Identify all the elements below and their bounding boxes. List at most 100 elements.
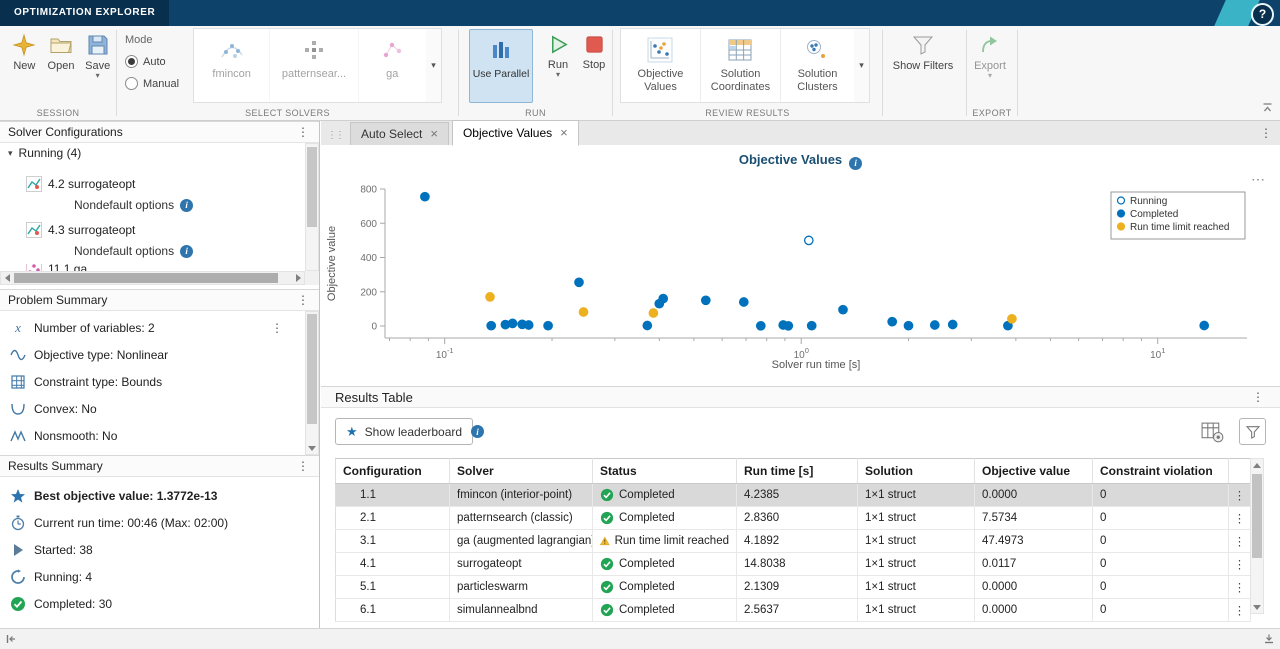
export-dropdown-caret[interactable]: ▾ (988, 72, 992, 79)
close-icon[interactable]: × (560, 128, 568, 138)
run-time-cell[interactable]: 4.2385 (737, 484, 858, 507)
scrollbar-thumb[interactable] (1252, 474, 1262, 558)
solution-cell[interactable]: 1×1 struct (858, 553, 975, 576)
column-header-solution[interactable]: Solution (858, 459, 975, 484)
scroll-up-arrow[interactable] (1251, 459, 1263, 471)
show-filters-button[interactable]: Show Filters (883, 26, 963, 72)
panel-solver-configurations-header[interactable]: Solver Configurations ⋮ (0, 121, 319, 143)
radio-manual-circle[interactable] (125, 77, 138, 90)
table-row[interactable]: 2.1patternsearch (classic)Completed2.836… (336, 507, 1251, 530)
panel-problem-summary-header[interactable]: Problem Summary ⋮ (0, 289, 319, 311)
run-time-cell[interactable]: 2.5637 (737, 599, 858, 622)
group-running[interactable]: ▾ Running (4) (8, 146, 81, 160)
table-row[interactable]: 5.1particleswarmCompleted2.13091×1 struc… (336, 576, 1251, 599)
table-row[interactable]: 4.1surrogateoptCompleted14.80381×1 struc… (336, 553, 1251, 576)
panel-menu-icon[interactable]: ⋮ (295, 293, 311, 307)
scrollbar-thumb[interactable] (307, 147, 317, 227)
run-time-cell[interactable]: 4.1892 (737, 530, 858, 553)
help-button[interactable]: ? (1251, 3, 1274, 26)
objective-value-cell[interactable]: 0.0117 (975, 553, 1093, 576)
solver-cell[interactable]: surrogateopt (450, 553, 593, 576)
stop-button[interactable]: Stop (575, 26, 613, 71)
status-cell[interactable]: Completed (593, 553, 737, 576)
row-menu-icon[interactable]: ⋮ (1229, 507, 1251, 530)
objective-value-cell[interactable]: 0.0000 (975, 599, 1093, 622)
row-menu-icon[interactable]: ⋮ (1229, 553, 1251, 576)
objective-value-cell[interactable]: 0.0000 (975, 484, 1093, 507)
save-dropdown-caret[interactable]: ▾ (96, 72, 100, 79)
run-time-cell[interactable]: 2.1309 (737, 576, 858, 599)
problem-summary-scrollbar[interactable] (305, 311, 319, 455)
gallery-item-solution-coordinates[interactable]: SolutionCoordinates (701, 29, 781, 102)
scroll-down-arrow[interactable] (1251, 601, 1263, 613)
show-leaderboard-button[interactable]: ★ Show leaderboard (335, 418, 473, 445)
solver-gallery-dropdown[interactable]: ▾ (426, 28, 442, 103)
toolstrip-collapse-button[interactable] (1261, 102, 1274, 117)
panel-menu-icon[interactable]: ⋮ (1250, 390, 1266, 404)
tree-horizontal-scrollbar[interactable] (0, 271, 305, 285)
configuration-cell[interactable]: 4.1 (336, 553, 450, 576)
run-dropdown-caret[interactable]: ▾ (556, 71, 560, 78)
configuration-cell[interactable]: 2.1 (336, 507, 450, 530)
table-row[interactable]: 1.1fmincon (interior-point)Completed4.23… (336, 484, 1251, 507)
gallery-item-ga[interactable]: ga (359, 29, 426, 102)
scroll-right-arrow[interactable] (292, 272, 304, 284)
open-button[interactable]: Open (43, 26, 80, 79)
solver-cell[interactable]: simulannealbnd (450, 599, 593, 622)
solver-cell[interactable]: fmincon (interior-point) (450, 484, 593, 507)
constraint-violation-cell[interactable]: 0 (1093, 599, 1229, 622)
table-settings-button[interactable] (1200, 420, 1225, 448)
column-header-solver[interactable]: Solver (450, 459, 593, 484)
objective-values-scatter-plot[interactable]: 020040060080010-1100101Solver run time [… (321, 145, 1280, 386)
info-icon[interactable]: i (180, 199, 193, 212)
status-cell[interactable]: Run time limit reached (593, 530, 737, 553)
chevron-down-icon[interactable]: ▾ (8, 148, 13, 159)
solution-cell[interactable]: 1×1 struct (858, 576, 975, 599)
panel-results-summary-header[interactable]: Results Summary ⋮ (0, 455, 319, 477)
results-table-header[interactable]: Results Table ⋮ (321, 386, 1280, 408)
tab-strip-menu-icon[interactable]: ⋮ (1258, 126, 1274, 140)
status-cell[interactable]: Completed (593, 576, 737, 599)
tree-item-surrogateopt-43[interactable]: 4.3 surrogateopt (26, 222, 135, 238)
radio-manual[interactable]: Manual (125, 77, 179, 90)
table-vertical-scrollbar[interactable] (1250, 458, 1264, 614)
column-header-run-time[interactable]: Run time [s] (737, 459, 858, 484)
problem-details-menu-icon[interactable]: ⋮ (269, 321, 285, 335)
column-header-status[interactable]: Status (593, 459, 737, 484)
configuration-cell[interactable]: 5.1 (336, 576, 450, 599)
configuration-cell[interactable]: 3.1 (336, 530, 450, 553)
objective-value-cell[interactable]: 7.5734 (975, 507, 1093, 530)
leaderboard-info-icon[interactable]: i (471, 425, 484, 438)
table-filter-button[interactable] (1239, 418, 1266, 445)
run-time-cell[interactable]: 14.8038 (737, 553, 858, 576)
status-cell[interactable]: Completed (593, 507, 737, 530)
column-header-constraint-violation[interactable]: Constraint violation (1093, 459, 1229, 484)
use-parallel-toggle[interactable]: Use Parallel (469, 29, 533, 103)
solver-cell[interactable]: ga (augmented lagrangian) (450, 530, 593, 553)
solver-cell[interactable]: particleswarm (450, 576, 593, 599)
tab-strip-handle-icon[interactable]: ⋮⋮ (321, 130, 347, 145)
solution-cell[interactable]: 1×1 struct (858, 599, 975, 622)
status-cell[interactable]: Completed (593, 484, 737, 507)
objective-value-cell[interactable]: 0.0000 (975, 576, 1093, 599)
solver-cell[interactable]: patternsearch (classic) (450, 507, 593, 530)
review-gallery-dropdown[interactable]: ▾ (854, 28, 870, 103)
save-button[interactable]: Save ▾ (79, 26, 116, 79)
run-time-cell[interactable]: 2.8360 (737, 507, 858, 530)
constraint-violation-cell[interactable]: 0 (1093, 530, 1229, 553)
column-header-objective-value[interactable]: Objective value (975, 459, 1093, 484)
constraint-violation-cell[interactable]: 0 (1093, 507, 1229, 530)
table-row[interactable]: 6.1simulannealbndCompleted2.56371×1 stru… (336, 599, 1251, 622)
constraint-violation-cell[interactable]: 0 (1093, 484, 1229, 507)
tree-vertical-scrollbar[interactable] (305, 143, 319, 271)
radio-auto[interactable]: Auto (125, 55, 179, 68)
gallery-item-patternsearch[interactable]: patternsear... (270, 29, 358, 102)
column-header-configuration[interactable]: Configuration (336, 459, 450, 484)
constraint-violation-cell[interactable]: 0 (1093, 553, 1229, 576)
table-row[interactable]: 3.1ga (augmented lagrangian)Run time lim… (336, 530, 1251, 553)
gallery-item-objective-values[interactable]: ObjectiveValues (621, 29, 701, 102)
panel-menu-icon[interactable]: ⋮ (295, 459, 311, 473)
gallery-item-fmincon[interactable]: fmincon (194, 29, 270, 102)
scrollbar-thumb[interactable] (14, 273, 278, 283)
solution-cell[interactable]: 1×1 struct (858, 530, 975, 553)
